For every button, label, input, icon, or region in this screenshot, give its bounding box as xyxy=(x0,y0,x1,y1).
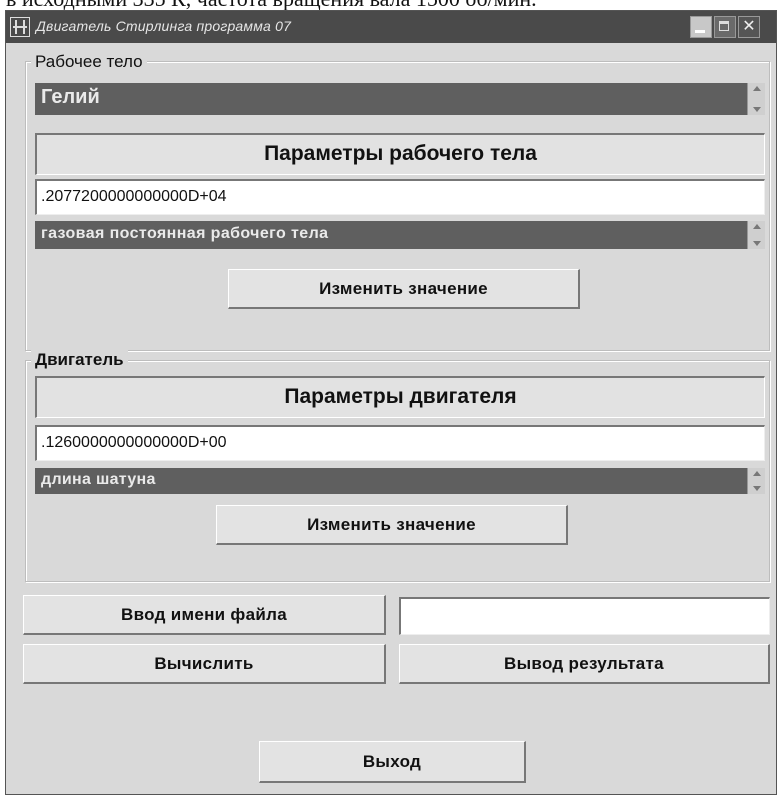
file-name-button[interactable]: Ввод имени файла xyxy=(23,595,386,635)
working-body-change-button[interactable]: Изменить значение xyxy=(228,269,580,309)
app-window: Двигатель Стирлинга программа 07 ✕ Рабоч… xyxy=(5,10,777,795)
engine-params-header: Параметры двигателя xyxy=(35,376,765,418)
maximize-button[interactable] xyxy=(714,16,736,38)
engine-change-button[interactable]: Изменить значение xyxy=(216,505,568,545)
file-name-input[interactable] xyxy=(399,597,770,635)
working-body-value-input[interactable]: .2077200000000000D+04 xyxy=(35,179,765,215)
close-icon: ✕ xyxy=(742,18,756,35)
compute-button[interactable]: Вычислить xyxy=(23,644,386,684)
engine-value-input[interactable]: .1260000000000000D+00 xyxy=(35,425,765,461)
engine-param-scrollbar[interactable] xyxy=(747,468,765,494)
working-body-param-scrollbar[interactable] xyxy=(747,221,765,249)
engine-param-list[interactable]: длина шатуна xyxy=(35,468,765,494)
title-bar[interactable]: Двигатель Стирлинга программа 07 ✕ xyxy=(6,11,776,43)
window-title: Двигатель Стирлинга программа 07 xyxy=(36,18,292,34)
engine-param-name: длина шатуна xyxy=(41,471,156,488)
gas-select-value: Гелий xyxy=(41,86,100,108)
exit-button[interactable]: Выход xyxy=(259,741,526,783)
working-body-params-header: Параметры рабочего тела xyxy=(35,133,765,175)
gas-select[interactable]: Гелий xyxy=(35,83,765,115)
gas-select-scrollbar[interactable] xyxy=(747,83,765,115)
close-button[interactable]: ✕ xyxy=(738,16,760,38)
working-body-group-label: Рабочее тело xyxy=(31,52,147,72)
output-results-button[interactable]: Вывод результата xyxy=(399,644,770,684)
working-body-param-list[interactable]: газовая постоянная рабочего тела xyxy=(35,221,765,249)
working-body-param-name: газовая постоянная рабочего тела xyxy=(41,225,329,242)
minimize-button[interactable] xyxy=(690,16,712,38)
engine-group-label: Двигатель xyxy=(31,350,128,370)
background-document-text: в исходными 335 К, частота вращения вала… xyxy=(0,0,780,10)
app-icon xyxy=(10,17,30,37)
